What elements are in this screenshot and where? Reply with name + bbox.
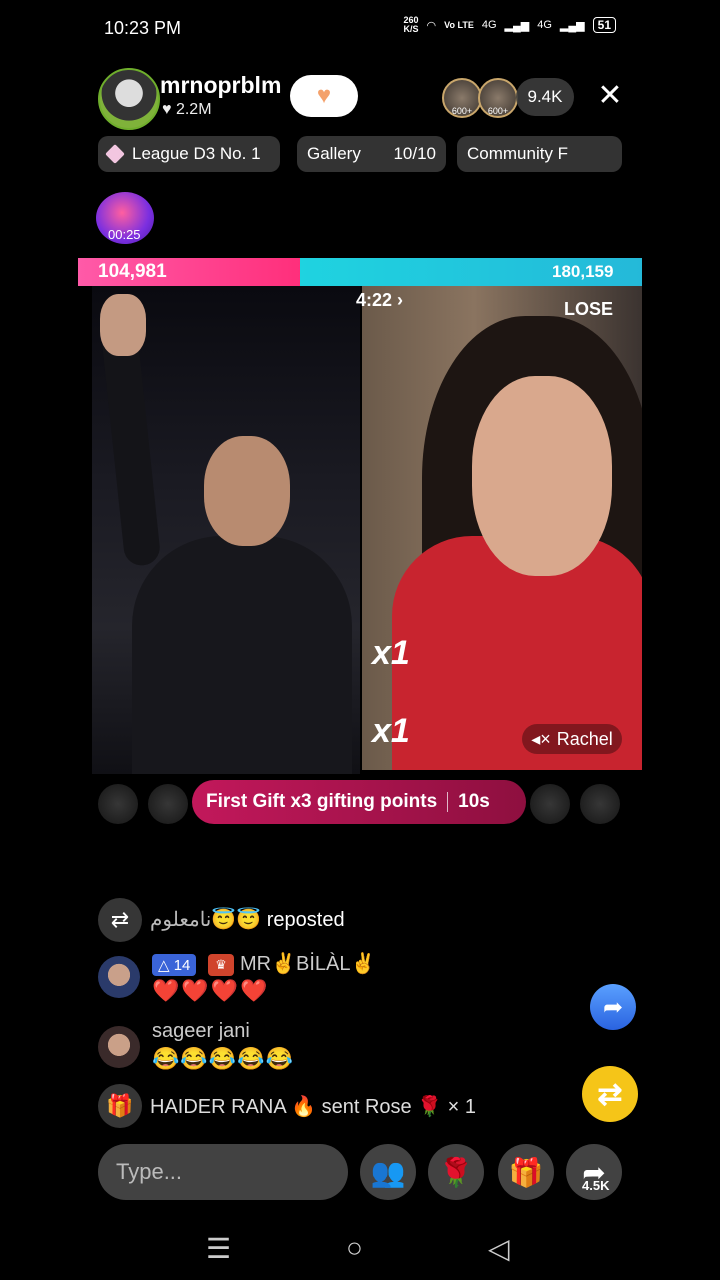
chat-user[interactable]: sageer jani: [152, 1020, 250, 1043]
chat-gift-message: HAIDER RANA 🔥 sent Rose 🌹 × 1: [150, 1096, 477, 1118]
chat-repost: نامعلوم😇😇 reposted: [150, 907, 345, 932]
opponent-video[interactable]: [362, 286, 642, 770]
follow-button[interactable]: ♥: [290, 75, 358, 117]
left-score: 104,981: [98, 261, 167, 282]
host-video[interactable]: [92, 286, 360, 774]
wifi-icon: ◠: [426, 19, 437, 32]
gifter-avatar[interactable]: [530, 784, 570, 824]
viewer-avatar[interactable]: 600+: [442, 78, 482, 118]
first-gift-banner[interactable]: First Gift x3 gifting points 10s: [192, 780, 526, 824]
back-icon[interactable]: ◁: [488, 1232, 510, 1265]
host-likes: ♥ 2.2M: [162, 101, 212, 118]
host-name[interactable]: mrnoprblm: [160, 72, 281, 99]
community-chip[interactable]: Community F: [457, 136, 622, 172]
gallery-label: Gallery: [307, 144, 361, 163]
share-count: 4.5K: [582, 1178, 610, 1193]
close-icon[interactable]: ✕: [594, 80, 626, 112]
gift-banner-countdown: 10s: [458, 791, 490, 812]
mute-icon: ◂×: [531, 728, 551, 749]
network-indicator-1: 4G: [481, 19, 497, 31]
chat-user[interactable]: نامعلوم😇😇: [150, 909, 261, 931]
gifter-avatar[interactable]: [148, 784, 188, 824]
gifter-avatar[interactable]: [580, 784, 620, 824]
community-label: Community F: [467, 144, 569, 163]
host-body: [132, 536, 352, 774]
opponent-tag[interactable]: ◂× Rachel: [522, 724, 622, 754]
gallery-chip[interactable]: Gallery 10/10: [297, 136, 446, 172]
league-chip[interactable]: League D3 No. 1: [98, 136, 280, 172]
recent-apps-icon[interactable]: ☰: [206, 1232, 231, 1265]
status-icons: 260 K/S ◠ Vo LTE 4G ▂▄▆ 4G ▂▄▆ 51: [404, 16, 616, 34]
right-score: 180,159: [552, 262, 614, 281]
fan-badge-icon: ♛: [208, 954, 234, 976]
net-speed: 260 K/S: [403, 15, 419, 34]
multi-guest-icon[interactable]: 👥: [360, 1144, 416, 1200]
gift-banner-text: First Gift x3 gifting points: [206, 791, 438, 812]
network-indicator-2: 4G: [537, 19, 552, 31]
opponent-face: [472, 376, 612, 576]
chat-text: ❤️❤️❤️❤️: [152, 978, 270, 1003]
divider: [447, 792, 449, 812]
share-icon[interactable]: ➦: [590, 984, 636, 1030]
viewer-avatar[interactable]: 600+: [478, 78, 518, 118]
home-icon[interactable]: ○: [346, 1232, 363, 1264]
gift-icon: 🎁: [98, 1084, 142, 1128]
chevron-right-icon: ›: [397, 290, 404, 310]
multiplier-label: x1: [372, 634, 410, 672]
host-head: [204, 436, 290, 546]
signal-icon-2: ▂▄▆: [559, 19, 585, 32]
boost-timer: 00:25: [108, 227, 141, 242]
heart-icon: ♥: [316, 82, 332, 109]
status-time: 10:23 PM: [104, 18, 182, 38]
chat-text: reposted: [266, 909, 345, 931]
chat-avatar[interactable]: [98, 1026, 140, 1068]
rose-gift-icon[interactable]: 🌹: [428, 1144, 484, 1200]
league-label: League D3 No. 1: [132, 144, 261, 163]
gifter-avatar[interactable]: [98, 784, 138, 824]
opponent-name: Rachel: [556, 728, 613, 749]
host-avatar[interactable]: [98, 68, 160, 130]
repost-button[interactable]: ⇄: [582, 1066, 638, 1122]
top-viewers[interactable]: 600+ 600+: [442, 78, 518, 118]
battery-indicator: 51: [592, 17, 616, 33]
repost-icon: ⇄: [98, 898, 142, 942]
multiplier-label: x1: [372, 712, 410, 750]
diamond-icon: [105, 144, 125, 164]
chat-user[interactable]: MR✌️BİLÀL✌️: [240, 951, 375, 976]
gallery-count: 10/10: [393, 144, 436, 163]
chat-avatar[interactable]: [98, 956, 140, 998]
battle-timer[interactable]: 4:22 ›: [356, 290, 403, 311]
comment-input[interactable]: [98, 1144, 348, 1200]
chat-text: 😂😂😂😂😂: [152, 1046, 294, 1071]
result-label: LOSE: [564, 299, 614, 319]
level-badge: △ 14: [152, 954, 197, 976]
host-hand: [100, 294, 146, 356]
volte-indicator: Vo LTE: [444, 19, 474, 30]
signal-icon: ▂▄▆: [504, 19, 530, 32]
gift-box-icon[interactable]: 🎁: [498, 1144, 554, 1200]
viewer-count[interactable]: 9.4K: [516, 78, 574, 116]
